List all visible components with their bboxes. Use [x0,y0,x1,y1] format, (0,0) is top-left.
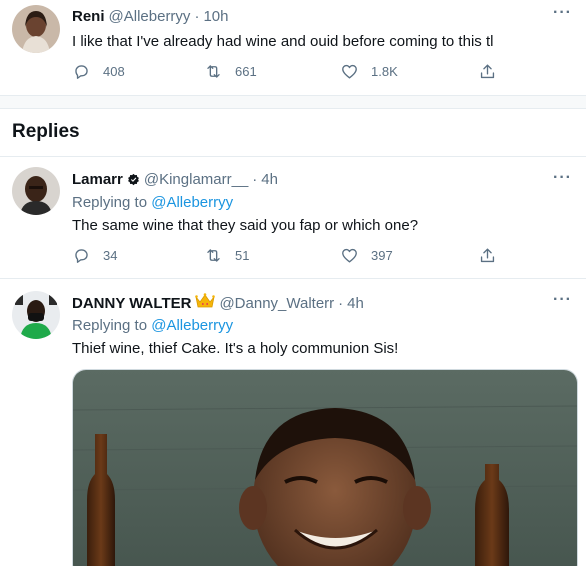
retweet-icon [207,249,220,262]
more-icon[interactable]: ··· [553,4,572,22]
like-button[interactable]: 397 [340,246,393,265]
heart-icon [342,64,357,79]
heart-icon [342,248,357,263]
author-handle[interactable]: @Danny_Walterr [219,295,334,312]
reply-count: 408 [103,64,125,79]
like-button[interactable]: 1.8K [340,62,398,81]
verified-badge-icon [127,173,140,186]
author-handle[interactable]: @Alleberryy [109,8,191,25]
share-icon [480,64,495,79]
author-name[interactable]: Reni [72,8,105,25]
tweet-time[interactable]: 4h [347,295,364,312]
tweet-media-image[interactable] [72,369,578,566]
like-count: 1.8K [371,64,398,79]
reply-button[interactable]: 408 [72,62,125,81]
reply-tweet[interactable]: Lamarr @Kinglamarr__ · 4h ··· Replying t… [0,157,586,278]
reply-icon [75,249,88,263]
separator-dot: · [252,171,258,188]
avatar-reni[interactable] [12,5,60,53]
avatar-lamarr[interactable] [12,167,60,215]
avatar-danny-walter[interactable] [12,291,60,339]
tweet-text: I like that I've already had wine and ou… [72,33,494,50]
author-name[interactable]: DANNY WALTER [72,295,191,312]
crown-emoji [195,293,216,314]
share-icon [480,248,495,263]
retweet-button[interactable]: 661 [204,62,257,81]
tweet-time[interactable]: 4h [261,171,278,188]
separator-dot: · [194,8,200,25]
separator-dot: · [338,295,344,312]
retweet-button[interactable]: 51 [204,246,249,265]
reply-count: 34 [103,248,118,263]
reply-icon [75,65,88,79]
like-count: 397 [371,248,393,263]
tweet-text: The same wine that they said you fap or … [72,217,419,234]
share-button[interactable] [478,62,497,81]
retweet-icon [207,65,220,78]
mention-link[interactable]: @Alleberryy [151,317,233,334]
replying-to-label: Replying to [72,194,148,211]
main-tweet[interactable]: Reni @Alleberryy · 10h ··· I like that I… [0,0,586,95]
replying-to-label: Replying to [72,317,148,334]
replies-heading: Replies [12,121,80,142]
divider [0,108,586,109]
share-button[interactable] [478,246,497,265]
section-gap [0,96,586,108]
author-name[interactable]: Lamarr [72,171,123,188]
replying-to-line: Replying to @Alleberryy [72,317,233,334]
more-icon[interactable]: ··· [553,291,572,309]
tweet-time[interactable]: 10h [203,8,228,25]
more-icon[interactable]: ··· [553,169,572,187]
retweet-count: 661 [235,64,257,79]
mention-link[interactable]: @Alleberryy [151,194,233,211]
replying-to-line: Replying to @Alleberryy [72,194,233,211]
retweet-count: 51 [235,248,250,263]
tweet-text: Thief wine, thief Cake. It's a holy comm… [72,340,399,357]
reply-button[interactable]: 34 [72,246,117,265]
author-handle[interactable]: @Kinglamarr__ [144,171,248,188]
